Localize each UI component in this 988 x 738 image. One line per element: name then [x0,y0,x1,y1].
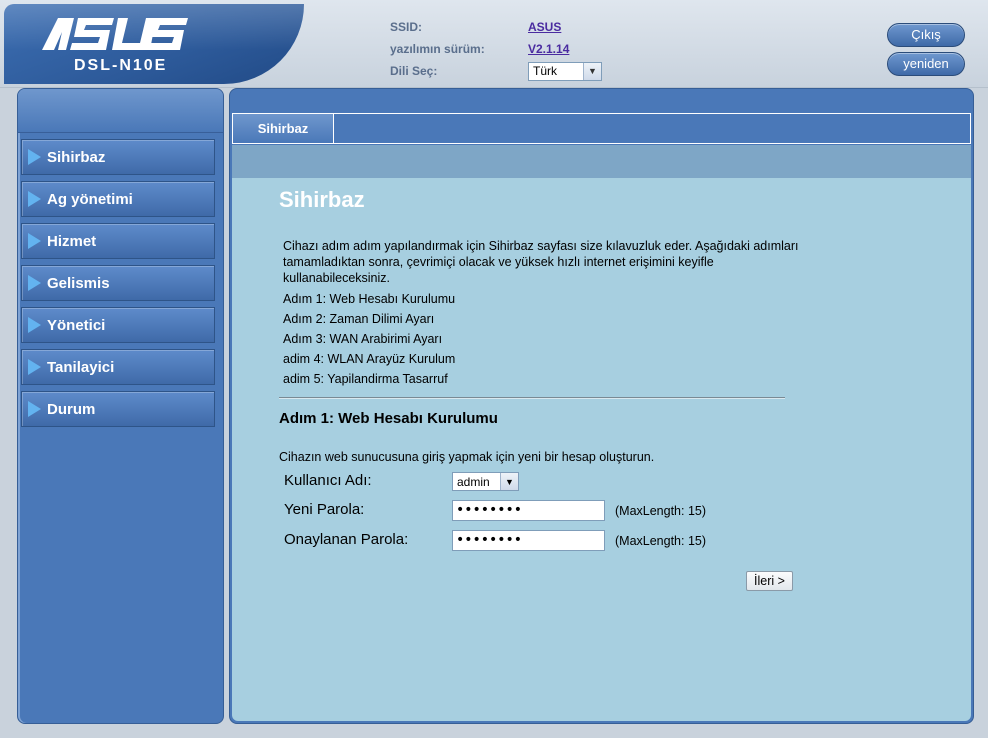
arrow-right-icon [28,359,41,375]
sidebar-item-durum[interactable]: Durum [21,391,215,427]
divider [279,397,785,399]
asus-logo-icon [42,18,188,50]
step-item: adim 4: WLAN Arayüz Kurulum [283,352,456,366]
arrow-right-icon [28,233,41,249]
language-select[interactable]: Türk ▼ [528,61,602,81]
sidebar-item-yonetici[interactable]: Yönetici [21,307,215,343]
sidebar-item-label: Gelismis [47,274,110,292]
arrow-right-icon [28,401,41,417]
new-password-maxlength: (MaxLength: 15) [615,504,707,518]
reboot-button[interactable]: yeniden [887,52,965,76]
arrow-right-icon [28,191,41,207]
intro-text: Cihazı adım adım yapılandırmak için Sihi… [283,239,799,285]
new-password-field[interactable]: •••••••• [452,500,605,521]
username-value: admin [457,474,490,489]
sub-bar [232,145,971,178]
sidebar-item-label: Tanilayici [47,358,115,376]
sidebar-item-tanilayici[interactable]: Tanilayici [21,349,215,385]
firmware-link[interactable]: V2.1.14 [528,42,569,56]
page-title: Sihirbaz [279,187,365,212]
language-label: Dili Seç: [390,64,438,78]
sidebar-item-label: Yönetici [47,316,106,334]
username-label: Kullanıcı Adı: [284,472,372,489]
sidebar-item-hizmet[interactable]: Hizmet [21,223,215,259]
arrow-right-icon [28,275,41,291]
confirm-password-field[interactable]: •••••••• [452,530,605,551]
confirm-password-label: Onaylanan Parola: [284,531,409,548]
sidebar: Sihirbaz Ag yönetimi Hizmet Gelismis Yön… [17,88,224,724]
sidebar-item-label: Sihirbaz [47,148,106,166]
sidebar-item-gelismis[interactable]: Gelismis [21,265,215,301]
logo-panel: DSL-N10E [4,4,304,84]
confirm-password-maxlength: (MaxLength: 15) [615,534,707,548]
step-item: Adım 2: Zaman Dilimi Ayarı [283,312,435,326]
step-item: Adım 1: Web Hesabı Kurulumu [283,292,456,306]
instruction-text: Cihazın web sunucusuna giriş yapmak için… [279,450,655,464]
language-value: Türk [533,64,557,78]
ssid-link[interactable]: ASUS [528,20,561,34]
sidebar-header [18,89,223,133]
tab-sihirbaz[interactable]: Sihirbaz [233,114,334,143]
firmware-label: yazılımın sürüm: [390,42,485,56]
username-select[interactable]: admin ▼ [452,472,519,491]
tab-bar: Sihirbaz [232,113,971,144]
content-area: Sihirbaz Cihazı adım adım yapılandırmak … [232,178,971,721]
chevron-down-icon[interactable]: ▼ [583,62,601,80]
header: DSL-N10E SSID: ASUS yazılımın sürüm: V2.… [0,0,988,88]
sidebar-item-label: Durum [47,400,96,418]
sidebar-item-sihirbaz[interactable]: Sihirbaz [21,139,215,175]
device-info: SSID: ASUS yazılımın sürüm: V2.1.14 Dili… [390,16,602,82]
step-item: Adım 3: WAN Arabirimi Ayarı [283,332,443,346]
arrow-right-icon [28,149,41,165]
sidebar-item-label: Hizmet [47,232,97,250]
model-name: DSL-N10E [74,57,168,74]
next-button[interactable]: İleri > [746,571,793,591]
sidebar-item-ag-yonetimi[interactable]: Ag yönetimi [21,181,215,217]
step-item: adim 5: Yapilandirma Tasarruf [283,372,448,386]
section-title: Adım 1: Web Hesabı Kurulumu [279,410,498,427]
new-password-label: Yeni Parola: [284,501,365,518]
logout-button[interactable]: Çıkış [887,23,965,47]
ssid-label: SSID: [390,20,423,34]
chevron-down-icon[interactable]: ▼ [500,473,518,490]
sidebar-item-label: Ag yönetimi [47,190,133,208]
arrow-right-icon [28,317,41,333]
